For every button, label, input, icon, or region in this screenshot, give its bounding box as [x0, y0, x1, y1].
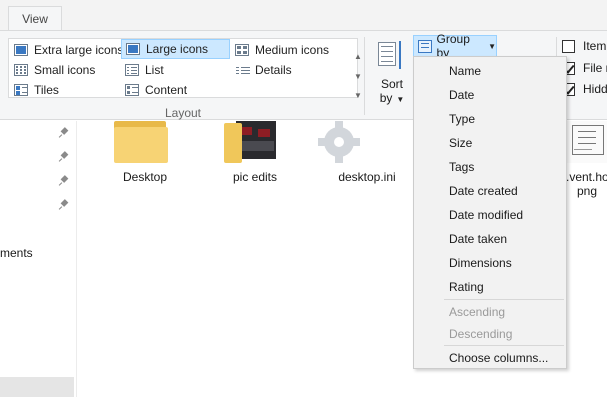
- layout-item-label: Content: [145, 82, 188, 97]
- menu-item-name[interactable]: Name: [415, 59, 565, 83]
- settings-file-icon[interactable]: [316, 121, 366, 167]
- menu-item-size[interactable]: Size: [415, 131, 565, 155]
- group-by-icon: [418, 39, 432, 53]
- folder-icon[interactable]: [114, 121, 168, 163]
- layout-gallery-scroller: ▲ ▼ ▼: [351, 47, 365, 105]
- pin-icon[interactable]: [59, 128, 69, 139]
- scroll-down-icon[interactable]: ▼: [354, 67, 362, 86]
- layout-gallery: Extra large icons Large icons Medium ico…: [8, 38, 362, 100]
- layout-item-label: Medium icons: [255, 42, 330, 57]
- checkbox-label: Item: [583, 39, 607, 53]
- layout-details[interactable]: Details: [231, 60, 341, 79]
- tab-view-label: View: [22, 12, 48, 26]
- layout-item-label: Large icons: [146, 42, 209, 56]
- list-icon: [125, 63, 139, 76]
- file-name-extensions-option[interactable]: File n: [562, 58, 607, 78]
- layout-group-label: Layout: [164, 106, 202, 120]
- menu-item-date-taken[interactable]: Date taken: [415, 227, 565, 251]
- layout-item-label: List: [145, 62, 164, 77]
- menu-item-date[interactable]: Date: [415, 83, 565, 107]
- group-by-menu: Name Date Type Size Tags Date created Da…: [413, 56, 567, 369]
- navigation-pane: ments: [0, 121, 77, 397]
- menu-item-descending[interactable]: Descending: [415, 322, 565, 346]
- ribbon-separator: [364, 37, 365, 115]
- large-icons-icon: [126, 43, 140, 55]
- gallery-expand-icon[interactable]: ▼: [354, 86, 362, 105]
- layout-item-label: Details: [255, 62, 292, 77]
- checkbox-label: File n: [583, 61, 607, 75]
- menu-item-date-modified[interactable]: Date modified: [415, 203, 565, 227]
- image-thumbnail-icon[interactable]: [566, 121, 607, 163]
- pin-icon[interactable]: [59, 176, 69, 187]
- hidden-items-option[interactable]: Hidd: [562, 79, 607, 99]
- group-by-button[interactable]: Group by ▼: [413, 32, 497, 60]
- file-item-label[interactable]: desktop.ini: [326, 170, 408, 184]
- item-check-boxes-option[interactable]: Item: [562, 36, 606, 56]
- menu-item-tags[interactable]: Tags: [415, 155, 565, 179]
- chevron-down-icon: ▼: [488, 41, 496, 51]
- file-item-label[interactable]: .vent.ho png: [566, 170, 607, 198]
- tab-view[interactable]: View: [8, 6, 62, 31]
- chevron-down-icon: ▼: [396, 95, 405, 104]
- sort-by-label: Sort by ▼: [372, 77, 412, 107]
- item-check-boxes-checkbox[interactable]: [562, 39, 575, 53]
- file-item-label[interactable]: Desktop: [104, 170, 186, 184]
- sort-by-label-line2: by ▼: [372, 91, 412, 107]
- file-item-label-line1: .vent.ho: [566, 170, 607, 184]
- pin-icon[interactable]: [59, 200, 69, 211]
- layout-large-icons[interactable]: Large icons: [121, 39, 230, 59]
- file-item-label[interactable]: pic edits: [214, 170, 296, 184]
- nav-selected-item[interactable]: [0, 377, 74, 397]
- layout-item-label: Tiles: [34, 82, 59, 97]
- menu-item-type[interactable]: Type: [415, 107, 565, 131]
- sort-by-label-line1: Sort: [380, 77, 403, 91]
- details-icon: [235, 63, 250, 76]
- layout-content[interactable]: Content: [121, 80, 230, 99]
- medium-icons-icon: [235, 43, 249, 56]
- layout-list[interactable]: List: [121, 60, 230, 79]
- layout-item-label: Extra large icons: [34, 42, 124, 57]
- sort-by-button[interactable]: Sort by ▼: [372, 37, 412, 107]
- photo-folder-icon[interactable]: [224, 121, 280, 163]
- menu-item-ascending[interactable]: Ascending: [415, 300, 565, 324]
- layout-medium-icons[interactable]: Medium icons: [231, 40, 341, 59]
- pin-icon[interactable]: [59, 152, 69, 163]
- checkbox-label: Hidd: [583, 82, 607, 96]
- small-icons-icon: [14, 63, 28, 76]
- layout-extra-large-icons[interactable]: Extra large icons: [10, 40, 123, 59]
- layout-item-label: Small icons: [34, 62, 96, 77]
- layout-tiles[interactable]: Tiles: [10, 80, 118, 99]
- file-item-label-line2: png: [577, 184, 598, 198]
- nav-item-documents[interactable]: ments: [0, 246, 33, 260]
- tiles-icon: [14, 83, 28, 96]
- scroll-up-icon[interactable]: ▲: [354, 47, 362, 66]
- content-icon: [125, 83, 139, 96]
- layout-small-icons[interactable]: Small icons: [10, 60, 118, 79]
- sort-by-icon: [377, 40, 405, 70]
- extra-large-icons-icon: [14, 43, 28, 56]
- sort-by-label-text: by: [379, 91, 393, 105]
- menu-item-choose-columns[interactable]: Choose columns...: [415, 346, 565, 370]
- menu-item-date-created[interactable]: Date created: [415, 179, 565, 203]
- menu-item-dimensions[interactable]: Dimensions: [415, 251, 565, 275]
- menu-item-rating[interactable]: Rating: [415, 275, 565, 299]
- ribbon-tab-strip: View: [0, 0, 607, 31]
